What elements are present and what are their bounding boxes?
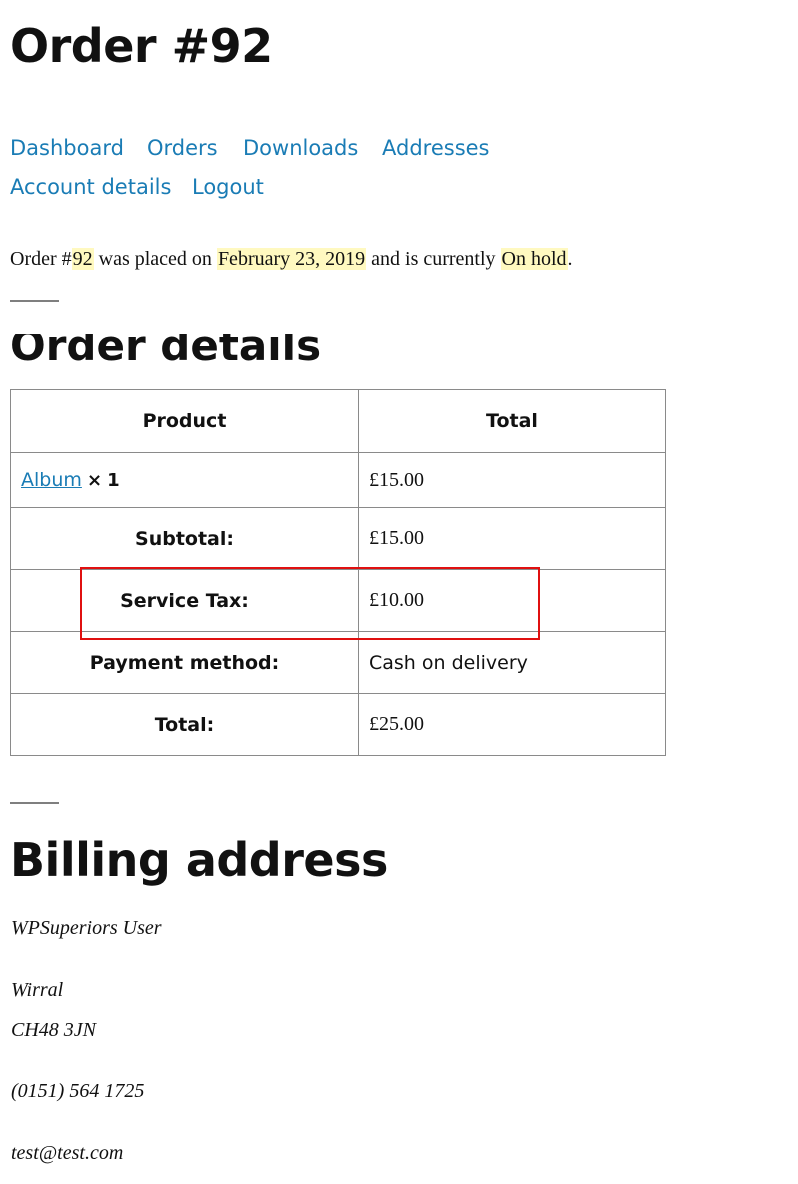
billing-address-heading: Billing address xyxy=(10,833,388,887)
separator xyxy=(10,802,59,804)
order-date: February 23, 2019 xyxy=(216,248,367,270)
totals-row-subtotal: Subtotal: £15.00 xyxy=(10,507,666,570)
payment-method-label: Payment method: xyxy=(10,631,359,694)
totals-row-total: Total: £25.00 xyxy=(10,693,666,756)
summary-status-text: and is currently xyxy=(366,248,501,270)
billing-address-line-clipped: 1 Greenbank Road xyxy=(11,954,261,960)
total-label: Total: xyxy=(10,693,359,756)
order-status: On hold xyxy=(500,248,568,270)
billing-city: Wirral xyxy=(11,979,64,1001)
nav-logout[interactable]: Logout xyxy=(192,173,264,201)
nav-orders[interactable]: Orders xyxy=(147,134,218,162)
order-summary: Order #92 was placed on February 23, 201… xyxy=(10,244,573,274)
separator xyxy=(10,300,59,302)
subtotal-label: Subtotal: xyxy=(10,507,359,570)
summary-placed-text: was placed on xyxy=(93,248,217,270)
table-row: Album × 1 £15.00 xyxy=(10,452,666,508)
payment-method-value: Cash on delivery xyxy=(358,631,666,694)
billing-email: test@test.com xyxy=(11,1142,124,1164)
product-cell: Album × 1 xyxy=(10,452,359,508)
billing-phone: (0151) 564 1725 xyxy=(11,1080,145,1102)
order-details-heading: Order details xyxy=(10,334,322,361)
column-header-product: Product xyxy=(10,389,359,453)
product-link-album[interactable]: Album xyxy=(21,469,82,491)
billing-address-line: 1 Greenbank Road xyxy=(11,954,161,960)
total-value: £25.00 xyxy=(358,693,666,756)
quantity: 1 xyxy=(107,470,120,491)
page-title: Order #92 xyxy=(10,19,273,73)
totals-row-payment-method: Payment method: Cash on delivery xyxy=(10,631,666,694)
nav-addresses[interactable]: Addresses xyxy=(382,134,490,162)
billing-postcode: CH48 3JN xyxy=(11,1019,96,1041)
billing-name: WPSuperiors User xyxy=(11,917,162,939)
summary-prefix: Order # xyxy=(10,248,72,270)
product-total: £15.00 xyxy=(358,452,666,508)
nav-downloads[interactable]: Downloads xyxy=(243,134,358,162)
table-header-row: Product Total xyxy=(10,389,666,453)
subtotal-value: £15.00 xyxy=(358,507,666,570)
nav-account-details[interactable]: Account details xyxy=(10,173,171,201)
column-header-total: Total xyxy=(358,389,666,453)
quantity-separator: × xyxy=(86,470,103,491)
annotation-highlight-box xyxy=(80,567,540,640)
summary-suffix: . xyxy=(567,248,573,270)
order-details-heading-wrap: Order details xyxy=(10,334,410,361)
order-number: 92 xyxy=(71,248,94,270)
nav-dashboard[interactable]: Dashboard xyxy=(10,134,124,162)
